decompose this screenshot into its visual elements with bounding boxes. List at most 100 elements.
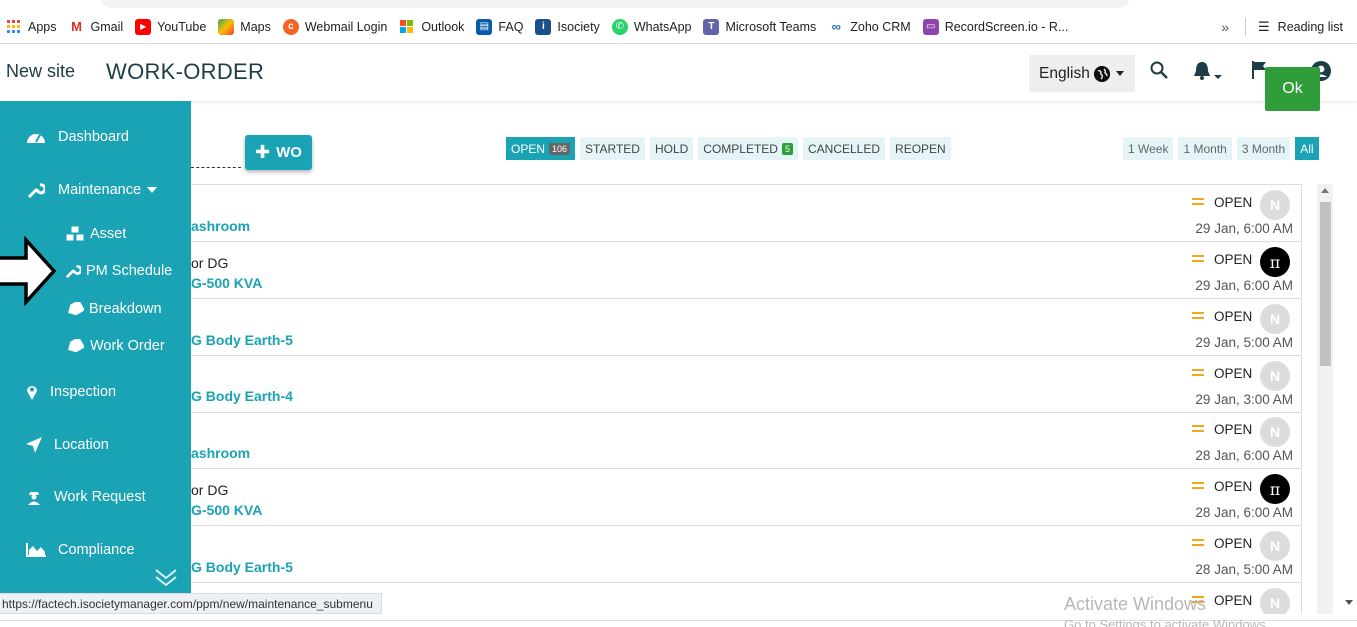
tab-label: REOPEN: [895, 141, 946, 156]
windows-logo-icon: [399, 19, 415, 35]
count-badge: 106: [549, 142, 571, 155]
bookmark-zoho[interactable]: ∞ Zoho CRM: [828, 18, 911, 35]
bookmark-label: Maps: [240, 19, 271, 34]
work-order-title[interactable]: G Body Earth-5: [191, 559, 293, 575]
count-badge: 5: [781, 142, 793, 155]
reading-list-button[interactable]: Reading list: [1278, 20, 1343, 34]
status-text: OPEN: [1214, 536, 1253, 551]
status-text: OPEN: [1214, 195, 1253, 210]
list-item[interactable]: ashroom OPEN N 29 Jan, 6:00 AM: [191, 185, 1302, 242]
zoho-icon: ∞: [828, 18, 845, 35]
sidebar-item-compliance[interactable]: Compliance: [26, 540, 135, 560]
search-icon[interactable]: [1150, 61, 1168, 84]
priority-equals-icon: [1192, 539, 1204, 546]
tab-open[interactable]: OPEN 106: [506, 137, 576, 160]
search-input[interactable]: [191, 167, 241, 168]
submenu-item-breakdown[interactable]: Breakdown: [64, 300, 162, 318]
avatar: N: [1260, 361, 1290, 391]
list-item[interactable]: ashroom OPEN N 28 Jan, 6:00 AM: [191, 412, 1302, 469]
activate-windows-watermark: Activate Windows: [1064, 594, 1207, 614]
list-scrollbar[interactable]: [1317, 184, 1333, 614]
tab-label: OPEN: [511, 141, 546, 156]
address-bar-area: [0, 0, 1357, 10]
sidebar-item-location[interactable]: Location: [26, 435, 109, 455]
flag-icon[interactable]: [1252, 61, 1266, 84]
date-time: 29 Jan, 6:00 AM: [1195, 221, 1293, 236]
cubes-icon: [64, 225, 86, 243]
sidebar-item-label: Inspection: [50, 384, 117, 400]
add-work-order-button[interactable]: ✚ WO: [245, 135, 312, 170]
sidebar-item-label: Maintenance: [58, 182, 142, 198]
bookmark-label: Outlook: [421, 19, 465, 34]
bookmark-webmail[interactable]: c Webmail Login: [282, 18, 387, 35]
caret-down-icon: [147, 187, 158, 193]
bookmark-whatsapp[interactable]: ✆ WhatsApp: [611, 18, 691, 35]
bookmark-maps[interactable]: Maps: [218, 18, 271, 35]
bookmark-apps[interactable]: Apps: [6, 19, 57, 35]
sidebar-item-work-request[interactable]: Work Request: [26, 487, 146, 507]
tab-cancelled[interactable]: CANCELLED: [803, 137, 886, 160]
status-text: OPEN: [1214, 479, 1253, 494]
range-1-week[interactable]: 1 Week: [1123, 137, 1174, 160]
list-item[interactable]: G Body Earth-5 OPEN N 28 Jan, 5:00 AM: [191, 526, 1302, 583]
scroll-down-chevron-icon[interactable]: [154, 567, 178, 592]
notification-bell-icon[interactable]: [1193, 61, 1227, 88]
priority-equals-icon: [1192, 482, 1204, 489]
sidebar-item-label: Work Request: [54, 489, 146, 505]
site-name[interactable]: New site: [6, 61, 75, 82]
bookmarks-bar: Apps M Gmail ▶ YouTube Maps c Webmail Lo…: [0, 10, 1357, 44]
tab-started[interactable]: STARTED: [580, 137, 645, 160]
list-item[interactable]: G Body Earth-5 OPEN N 29 Jan, 5:00 AM: [191, 299, 1302, 356]
work-order-title[interactable]: ashroom: [191, 445, 250, 461]
scrollbar-thumb[interactable]: [1320, 202, 1331, 366]
work-order-title[interactable]: G-500 KVA: [191, 275, 262, 291]
scroll-up-arrow-icon[interactable]: [1321, 188, 1329, 193]
list-item[interactable]: or DG G-500 KVA OPEN π 29 Jan, 6:00 AM: [191, 242, 1302, 299]
add-work-order-label: WO: [276, 144, 302, 161]
bookmarks-more-button[interactable]: »: [1221, 19, 1229, 35]
language-selector[interactable]: English: [1029, 55, 1135, 92]
bookmark-label: Zoho CRM: [850, 19, 911, 34]
sidebar-item-label: Compliance: [58, 542, 135, 558]
submenu-item-work-order[interactable]: Work Order: [64, 337, 165, 355]
app-header: New site WORK-ORDER English: [0, 45, 1357, 101]
range-3-month[interactable]: 3 Month: [1236, 137, 1291, 160]
range-1-month[interactable]: 1 Month: [1178, 137, 1232, 160]
work-order-title[interactable]: G Body Earth-4: [191, 388, 293, 404]
address-bar[interactable]: [100, 0, 1130, 8]
plus-icon: ✚: [255, 142, 271, 162]
bookmark-faq[interactable]: ▤ FAQ: [476, 18, 524, 35]
apps-grid-icon: [6, 19, 22, 35]
sidebar-item-maintenance[interactable]: Maintenance: [26, 180, 158, 200]
work-order-title[interactable]: G Body Earth-5: [191, 332, 293, 348]
work-order-title[interactable]: G-500 KVA: [191, 502, 262, 518]
bookmark-teams[interactable]: T Microsoft Teams: [703, 18, 816, 35]
tab-reopen[interactable]: REOPEN: [890, 137, 951, 160]
bookmark-gmail[interactable]: M Gmail: [68, 18, 123, 35]
tab-completed[interactable]: COMPLETED 5: [698, 137, 798, 160]
list-item[interactable]: or DG G-500 KVA OPEN π 28 Jan, 6:00 AM: [191, 469, 1302, 526]
bookmark-outlook[interactable]: Outlook: [399, 19, 464, 35]
tab-label: HOLD: [654, 141, 689, 156]
wrench-icon: [64, 262, 82, 280]
sidebar-item-inspection[interactable]: Inspection: [26, 382, 116, 402]
submenu-item-label: PM Schedule: [86, 263, 173, 279]
scroll-down-arrow-icon[interactable]: [1345, 600, 1353, 605]
priority-equals-icon: [1192, 369, 1204, 376]
range-all[interactable]: All: [1295, 137, 1319, 160]
recordscreen-icon: ▭: [922, 18, 939, 35]
avatar: N: [1260, 588, 1290, 614]
bookmark-label: FAQ: [498, 19, 524, 34]
bookmark-isociety[interactable]: i Isociety: [535, 18, 600, 35]
ok-button[interactable]: Ok: [1265, 67, 1320, 111]
work-order-title[interactable]: ashroom: [191, 218, 250, 234]
list-item[interactable]: G Body Earth-4 OPEN N 29 Jan, 3:00 AM: [191, 356, 1302, 413]
submenu-item-pm-schedule[interactable]: PM Schedule: [64, 262, 172, 280]
submenu-item-asset[interactable]: Asset: [64, 225, 126, 243]
teams-icon: T: [703, 18, 720, 35]
bookmark-youtube[interactable]: ▶ YouTube: [135, 18, 206, 35]
bookmark-recordscreen[interactable]: ▭ RecordScreen.io - R...: [922, 18, 1068, 35]
sidebar-item-dashboard[interactable]: Dashboard: [26, 127, 129, 147]
bookmark-label: Apps: [28, 19, 57, 34]
tab-hold[interactable]: HOLD: [649, 137, 694, 160]
